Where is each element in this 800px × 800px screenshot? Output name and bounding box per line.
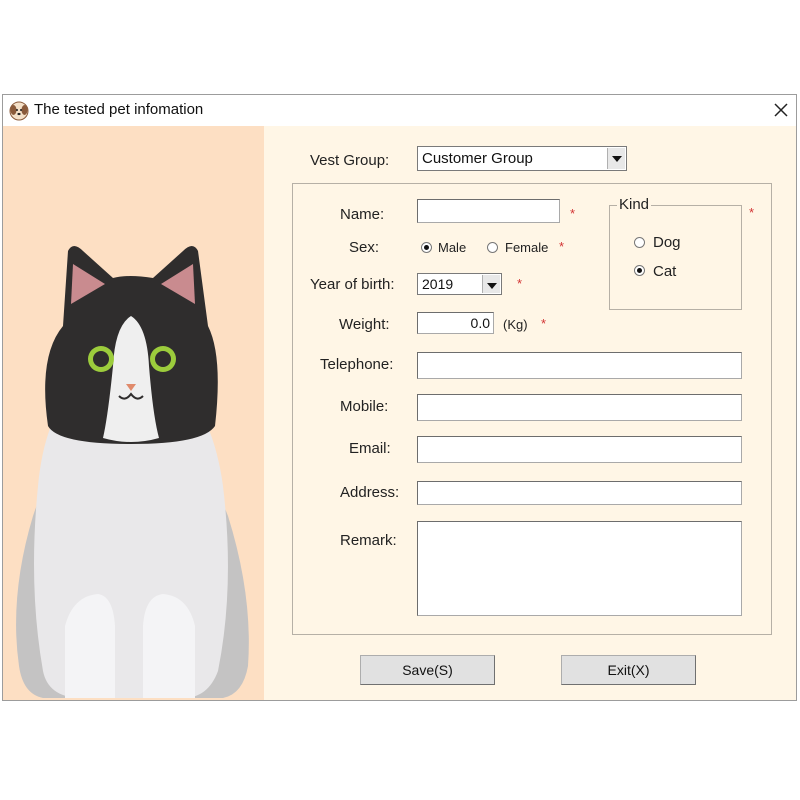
email-input[interactable] (417, 436, 742, 463)
chevron-down-icon[interactable] (607, 148, 625, 169)
vest-group-label: Vest Group: (310, 152, 390, 169)
mobile-label: Mobile: (340, 398, 389, 415)
close-icon[interactable] (767, 96, 795, 124)
sex-female-radio[interactable] (487, 242, 498, 253)
year-of-birth-label: Year of birth: (310, 276, 395, 293)
vest-group-select[interactable]: Customer Group (417, 146, 627, 171)
name-input[interactable] (417, 199, 560, 223)
weight-required-mark: * (541, 316, 547, 331)
sex-male-radio[interactable] (421, 242, 432, 253)
exit-button[interactable]: Exit(X) (561, 655, 696, 685)
kind-group-label: Kind (617, 196, 652, 213)
year-of-birth-select[interactable]: 2019 (417, 273, 502, 295)
weight-input[interactable]: 0.0 (417, 312, 494, 334)
kind-dog-radio[interactable] (634, 237, 645, 248)
save-button-label: Save(S) (402, 662, 453, 678)
sex-label: Sex: (349, 239, 380, 256)
sex-male-label[interactable]: Male (438, 240, 466, 255)
email-label: Email: (349, 440, 391, 457)
name-required-mark: * (570, 206, 576, 221)
name-label: Name: (340, 206, 385, 223)
telephone-input[interactable] (417, 352, 742, 379)
telephone-label: Telephone: (320, 356, 394, 373)
exit-button-label: Exit(X) (607, 662, 650, 678)
remark-textarea[interactable] (417, 521, 742, 616)
pet-info-window: The tested pet infomation Vest Group: Cu… (2, 94, 797, 701)
weight-unit: (Kg) (503, 317, 528, 332)
kind-cat-label[interactable]: Cat (653, 263, 676, 280)
weight-label: Weight: (339, 316, 390, 333)
address-input[interactable] (417, 481, 742, 505)
title-bar: The tested pet infomation (3, 95, 796, 126)
kind-group (609, 205, 742, 310)
weight-value: 0.0 (470, 315, 490, 331)
address-label: Address: (340, 484, 400, 501)
cat-illustration (16, 246, 249, 698)
pet-illustration-panel (3, 126, 264, 700)
kind-required-mark: * (749, 205, 755, 220)
year-required-mark: * (517, 276, 523, 291)
remark-label: Remark: (340, 532, 397, 549)
dog-face-icon (9, 101, 29, 121)
vest-group-value: Customer Group (422, 150, 533, 167)
kind-cat-radio[interactable] (634, 265, 645, 276)
kind-dog-label[interactable]: Dog (653, 234, 681, 251)
chevron-down-icon[interactable] (482, 275, 500, 293)
sex-required-mark: * (559, 239, 565, 254)
window-title: The tested pet infomation (34, 101, 204, 118)
year-of-birth-value: 2019 (422, 276, 454, 292)
mobile-input[interactable] (417, 394, 742, 421)
save-button[interactable]: Save(S) (360, 655, 495, 685)
sex-female-label[interactable]: Female (505, 240, 548, 255)
